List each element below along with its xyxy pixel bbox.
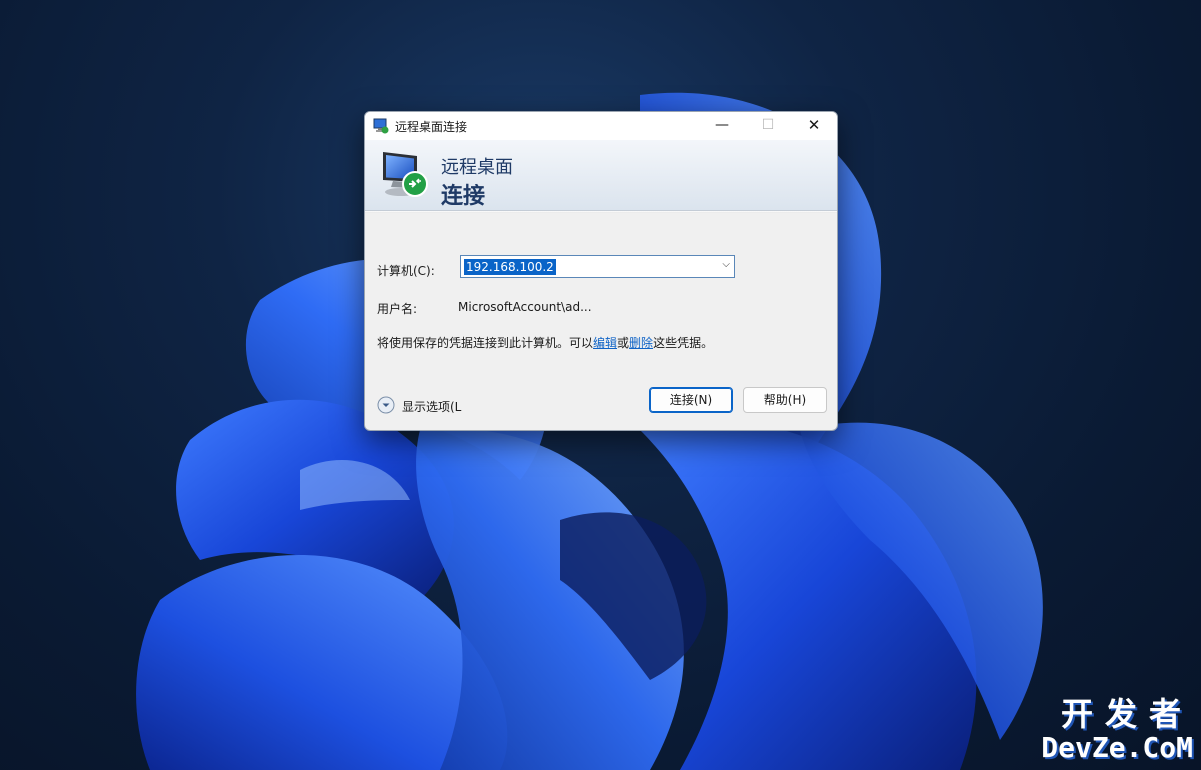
banner-title-line2: 连接	[441, 184, 486, 209]
credentials-info: 将使用保存的凭据连接到此计算机。可以编辑或删除这些凭据。	[377, 334, 713, 351]
help-button[interactable]: 帮助(H)	[743, 387, 827, 413]
banner: 远程桌面 连接	[365, 140, 837, 211]
watermark-cn: 开发者	[1060, 695, 1193, 733]
edit-credentials-link[interactable]: 编辑	[593, 336, 617, 350]
window-title: 远程桌面连接	[395, 120, 468, 134]
expand-circle-icon[interactable]	[377, 396, 395, 414]
maximize-button[interactable]: ☐	[745, 112, 791, 140]
desktop: 远程桌面连接 — ☐ ✕ 远程桌面 连接 计算机(C): 192.168.100…	[0, 0, 1201, 770]
watermark-en: DevZe.CoM	[1041, 731, 1193, 764]
connect-button[interactable]: 连接(N)	[649, 387, 733, 413]
close-button[interactable]: ✕	[791, 112, 837, 140]
chevron-down-icon[interactable]: ⌵	[722, 259, 730, 270]
minimize-button[interactable]: —	[699, 112, 745, 140]
banner-divider	[365, 211, 837, 213]
title-bar[interactable]: 远程桌面连接 — ☐ ✕	[365, 112, 837, 140]
computer-combobox[interactable]: 192.168.100.2 ⌵	[460, 255, 735, 278]
banner-title-line1: 远程桌面	[441, 157, 513, 178]
credentials-info-suffix: 这些凭据。	[653, 336, 714, 350]
remote-desktop-icon	[373, 118, 389, 134]
delete-credentials-link[interactable]: 删除	[629, 336, 653, 350]
credentials-info-or: 或	[617, 336, 630, 350]
computer-connect-icon	[383, 152, 428, 197]
remote-desktop-dialog: 远程桌面连接 — ☐ ✕ 远程桌面 连接 计算机(C): 192.168.100…	[364, 111, 838, 431]
username-value: MicrosoftAccount\ad...	[458, 300, 592, 314]
computer-value[interactable]: 192.168.100.2	[464, 259, 556, 275]
computer-label: 计算机(C):	[377, 264, 435, 278]
credentials-info-prefix: 将使用保存的凭据连接到此计算机。可以	[377, 336, 594, 350]
show-options-label[interactable]: 显示选项(L	[402, 398, 461, 415]
username-label: 用户名:	[377, 302, 418, 316]
site-watermark: 开发者 DevZe.CoM	[1041, 689, 1193, 764]
